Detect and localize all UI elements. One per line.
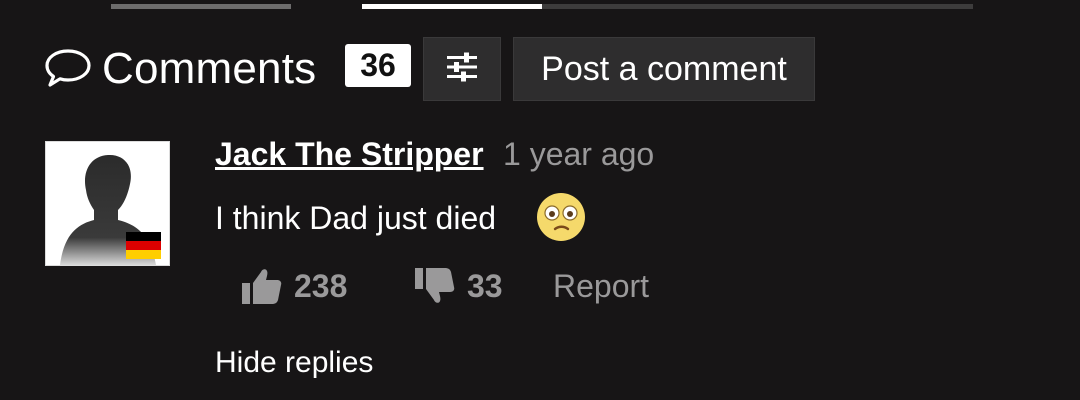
dislike-button[interactable]: 33 — [413, 264, 503, 308]
speech-bubble-icon — [44, 48, 92, 88]
flushed-face-emoji-icon — [536, 192, 586, 242]
thumbs-up-icon — [240, 264, 284, 308]
like-button[interactable]: 238 — [240, 264, 347, 308]
comment-count-badge: 36 — [345, 44, 411, 87]
report-button[interactable]: Report — [553, 266, 649, 306]
comment-author-link[interactable]: Jack The Stripper — [215, 134, 484, 174]
dislike-count: 33 — [467, 268, 503, 304]
hide-replies-button[interactable]: Hide replies — [215, 343, 373, 383]
sliders-icon — [445, 52, 479, 87]
tab-progress-bar-active — [362, 4, 542, 9]
flag-germany-icon — [126, 232, 161, 259]
avatar[interactable] — [45, 141, 170, 266]
comment-timestamp: 1 year ago — [503, 136, 655, 172]
filter-button[interactable] — [423, 37, 501, 101]
tab-progress-bar-inactive — [111, 4, 291, 9]
post-comment-button[interactable]: Post a comment — [513, 37, 815, 101]
comment-text: I think Dad just died — [215, 200, 497, 236]
thumbs-down-icon — [413, 264, 457, 308]
like-count: 238 — [294, 268, 348, 304]
comments-title: Comments — [102, 44, 317, 93]
